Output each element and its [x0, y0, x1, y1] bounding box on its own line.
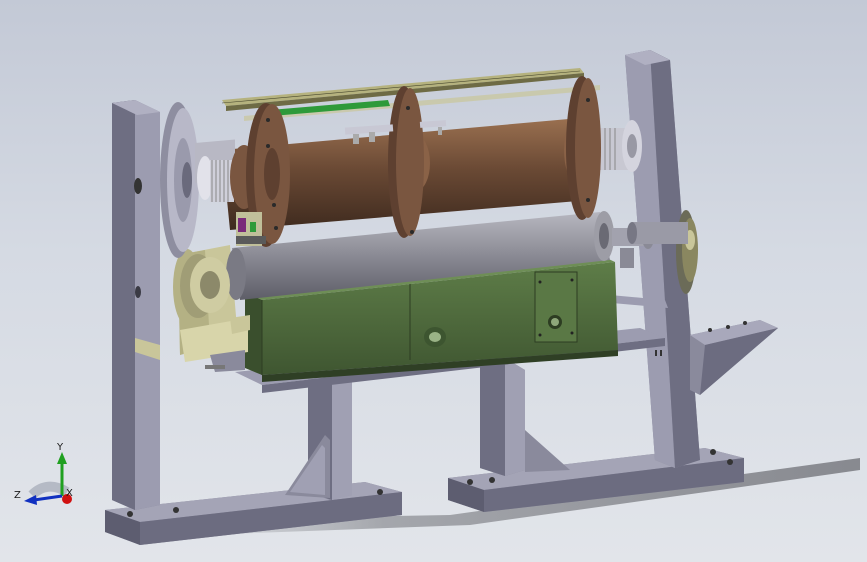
z-axis-label: Z — [14, 490, 21, 501]
flange-disc-center — [388, 86, 424, 238]
x-axis-label: X — [66, 488, 73, 499]
limit-switch — [236, 212, 266, 246]
view-orientation-triad[interactable]: Y Z X — [12, 440, 82, 510]
side-bracket-right — [690, 320, 778, 395]
y-axis-label: Y — [56, 442, 64, 453]
support-leg-right — [480, 358, 570, 476]
pulley-left — [160, 102, 199, 258]
3d-viewport[interactable]: Y Z X — [0, 0, 867, 562]
flange-disc-right — [566, 76, 601, 220]
frame-column-left — [112, 100, 160, 510]
z-axis-line — [33, 494, 63, 502]
z-axis-arrow — [24, 495, 37, 505]
machine-model[interactable] — [0, 0, 867, 562]
y-axis-arrow — [57, 452, 67, 464]
